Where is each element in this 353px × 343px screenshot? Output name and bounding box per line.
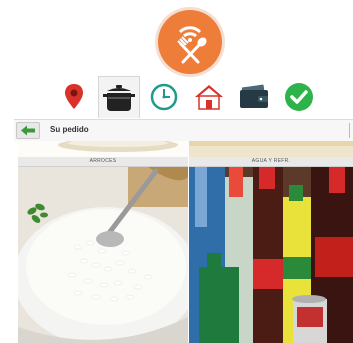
back-arrow-icon [21, 125, 35, 136]
category-card-arroces[interactable]: ARROCES [18, 157, 188, 343]
step-menu[interactable] [98, 76, 140, 118]
previous-card-remnant [189, 141, 353, 157]
previous-card-remnant [18, 138, 188, 157]
back-button[interactable] [16, 122, 40, 139]
step-time[interactable] [143, 76, 185, 118]
rice-bowl-photo [18, 167, 188, 343]
restaurant-logo [158, 10, 222, 74]
restaurant-wifi-logo-icon [177, 26, 207, 64]
clock-icon [150, 83, 178, 111]
category-grid: ARROCES AGUA Y REFR. [14, 138, 353, 343]
soft-drinks-photo [189, 167, 353, 343]
step-confirm[interactable] [278, 76, 320, 118]
category-label: AGUA Y REFR. [189, 157, 353, 167]
category-label: ARROCES [18, 157, 188, 167]
location-pin-icon [65, 84, 83, 109]
cooking-pot-icon [103, 84, 135, 111]
toolbar-edge [349, 123, 353, 138]
check-circle-icon [285, 83, 313, 111]
wallet-icon [240, 84, 268, 108]
order-steps-bar [53, 76, 333, 118]
step-location[interactable] [53, 76, 95, 118]
step-payment[interactable] [233, 76, 275, 118]
category-card-agua-refrescos[interactable]: AGUA Y REFR. [189, 157, 353, 343]
home-icon [195, 85, 223, 110]
step-address[interactable] [188, 76, 230, 118]
order-toolbar: Su pedido [14, 119, 353, 143]
page-title: Su pedido [50, 125, 89, 134]
